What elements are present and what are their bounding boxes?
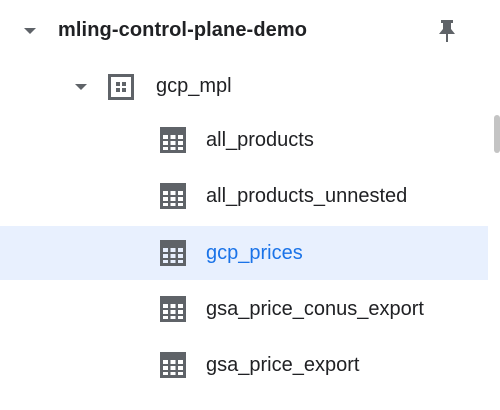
table-row-selected[interactable]: gcp_prices [0, 226, 488, 280]
table-name[interactable]: gsa_price_export [206, 354, 359, 377]
table-icon [160, 296, 186, 322]
dataset-row[interactable]: gcp_mpl [0, 59, 488, 113]
chevron-down-icon[interactable] [75, 84, 87, 90]
dataset-icon [108, 74, 134, 100]
table-icon [160, 127, 186, 153]
project-row[interactable]: mling-control-plane-demo [0, 3, 488, 57]
table-row[interactable]: all_products [0, 113, 488, 167]
table-name[interactable]: gcp_prices [206, 242, 303, 265]
dataset-name[interactable]: gcp_mpl [156, 75, 232, 98]
table-row[interactable]: gsa_price_export [0, 338, 488, 392]
table-icon [160, 183, 186, 209]
table-icon [160, 240, 186, 266]
project-name[interactable]: mling-control-plane-demo [58, 19, 307, 42]
table-row[interactable]: gsa_price_conus_export [0, 282, 488, 336]
table-name[interactable]: all_products_unnested [206, 185, 407, 208]
explorer-tree-panel: mling-control-plane-demo gcp_mpl all_pro… [0, 0, 500, 410]
table-name[interactable]: all_products [206, 129, 314, 152]
table-row[interactable]: all_products_unnested [0, 169, 488, 223]
chevron-down-icon[interactable] [24, 28, 36, 34]
table-name[interactable]: gsa_price_conus_export [206, 298, 424, 321]
table-icon [160, 352, 186, 378]
pin-icon[interactable] [436, 19, 458, 43]
scrollbar-thumb[interactable] [494, 115, 500, 153]
